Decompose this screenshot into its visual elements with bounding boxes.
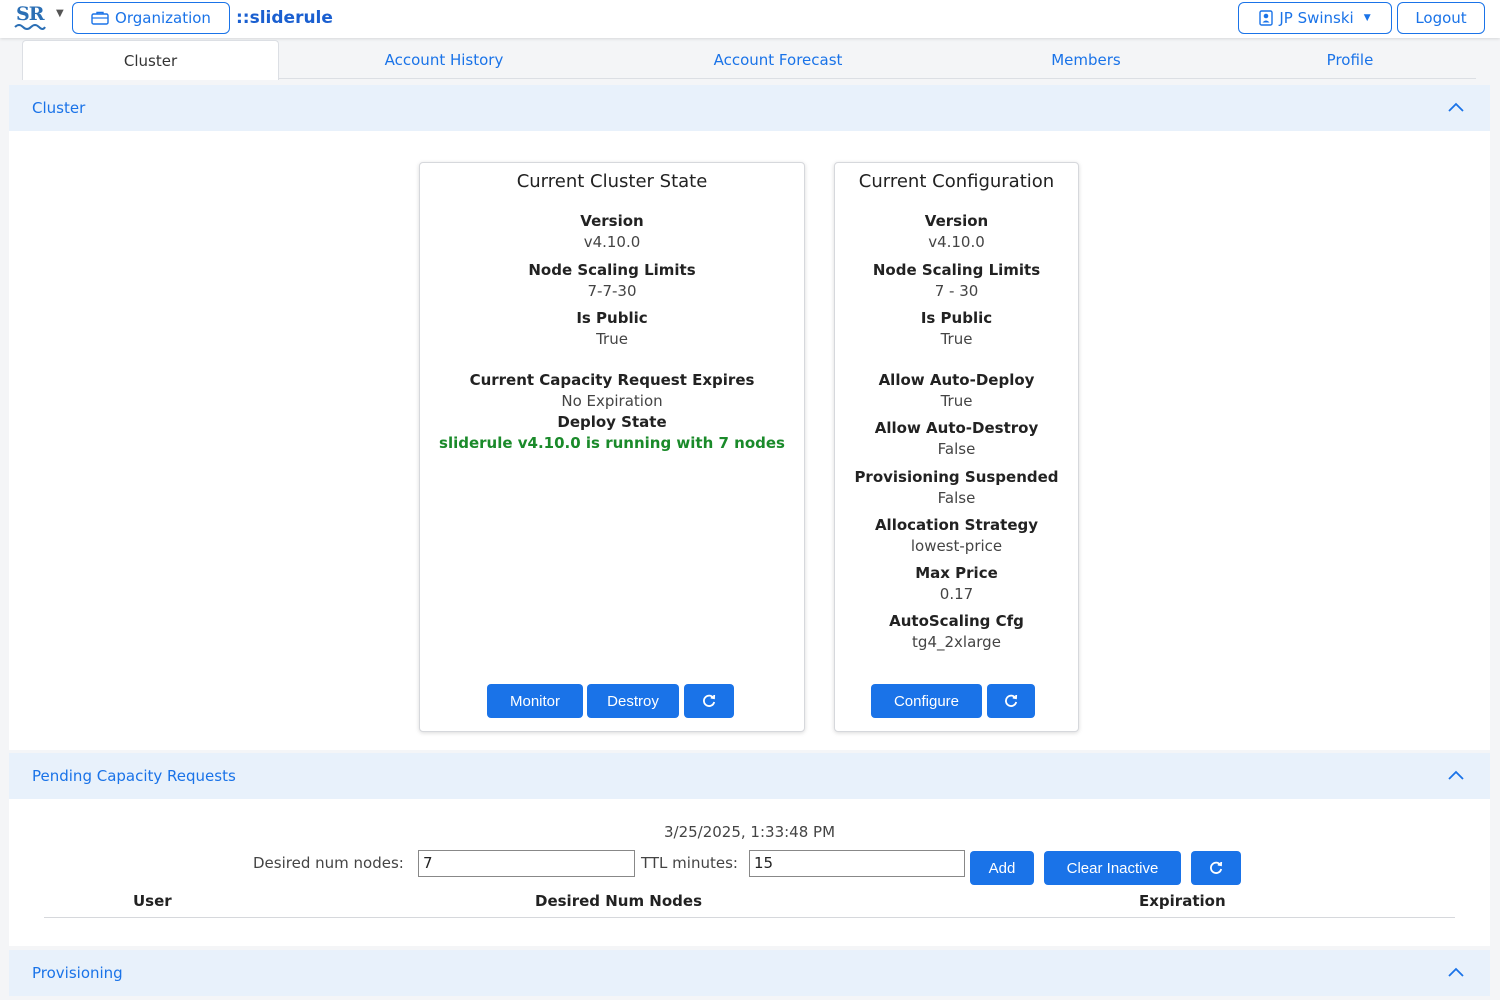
scaling-value: 7-7-30: [587, 282, 637, 300]
logout-button[interactable]: Logout: [1397, 2, 1485, 34]
add-request-button[interactable]: Add: [970, 851, 1034, 885]
desired-nodes-input[interactable]: 7: [418, 850, 635, 877]
briefcase-icon: [91, 11, 109, 25]
configure-button[interactable]: Configure: [871, 684, 982, 718]
pending-panel-header[interactable]: Pending Capacity Requests: [9, 753, 1490, 799]
column-header-expiration[interactable]: Expiration: [1139, 892, 1226, 910]
tab-account-history[interactable]: Account History: [322, 40, 566, 79]
expires-value: No Expiration: [561, 392, 663, 410]
refresh-icon: [703, 694, 716, 707]
version-label: Version: [580, 212, 644, 230]
organization-name: ::sliderule: [236, 8, 333, 28]
user-name: JP Swinski: [1279, 9, 1354, 27]
column-header-user[interactable]: User: [133, 892, 172, 910]
scaling-label: Node Scaling Limits: [528, 261, 696, 279]
public-value: True: [940, 330, 973, 348]
public-value: True: [596, 330, 628, 348]
cluster-panel-header[interactable]: Cluster: [9, 85, 1490, 131]
deploy-state-label: Deploy State: [557, 413, 667, 431]
cluster-state-card: Current Cluster State Version v4.10.0 No…: [419, 162, 805, 732]
max-price-label: Max Price: [915, 564, 998, 582]
organization-label: Organization: [115, 9, 211, 27]
chevron-up-icon[interactable]: [1446, 97, 1466, 117]
strategy-label: Allocation Strategy: [874, 516, 1039, 534]
scaling-value: 7 - 30: [934, 282, 979, 300]
clear-inactive-button[interactable]: Clear Inactive: [1044, 851, 1181, 885]
top-navbar: SR ▼ Organization ::sliderule JP Swinski…: [0, 0, 1500, 38]
auto-destroy-label: Allow Auto-Destroy: [874, 419, 1039, 437]
version-label: Version: [924, 212, 989, 230]
logout-label: Logout: [1415, 9, 1467, 27]
user-badge-icon: [1259, 10, 1274, 26]
auto-deploy-label: Allow Auto-Deploy: [878, 371, 1035, 389]
autoscaling-label: AutoScaling Cfg: [889, 612, 1024, 630]
scaling-label: Node Scaling Limits: [872, 261, 1041, 279]
refresh-state-button[interactable]: [684, 684, 734, 718]
provisioning-panel-title: Provisioning: [32, 964, 123, 982]
card-title: Current Configuration: [858, 171, 1055, 192]
provisioning-panel-header[interactable]: Provisioning: [9, 950, 1490, 996]
cluster-panel-title: Cluster: [32, 99, 86, 117]
main-tabs: Cluster Account History Account Forecast…: [22, 40, 1476, 80]
refresh-requests-button[interactable]: [1191, 851, 1241, 885]
configuration-card: Current Configuration Version v4.10.0 No…: [834, 162, 1079, 732]
user-menu-button[interactable]: JP Swinski ▼: [1238, 2, 1392, 34]
public-label: Is Public: [576, 309, 648, 327]
refresh-config-button[interactable]: [987, 684, 1035, 718]
pending-timestamp: 3/25/2025, 1:33:48 PM: [663, 823, 836, 841]
chevron-down-icon: ▼: [1363, 13, 1371, 23]
ttl-minutes-input[interactable]: 15: [749, 850, 965, 877]
table-divider: [44, 917, 1455, 918]
tab-members[interactable]: Members: [964, 40, 1208, 79]
monitor-button[interactable]: Monitor: [487, 684, 583, 718]
max-price-value: 0.17: [939, 585, 974, 603]
public-label: Is Public: [920, 309, 993, 327]
version-value: v4.10.0: [928, 233, 985, 251]
destroy-button[interactable]: Destroy: [587, 684, 679, 718]
pending-panel-title: Pending Capacity Requests: [32, 767, 236, 785]
version-value: v4.10.0: [583, 233, 641, 251]
desired-nodes-label: Desired num nodes:: [253, 854, 404, 872]
chevron-up-icon[interactable]: [1446, 962, 1466, 982]
deploy-state-value: sliderule v4.10.0 is running with 7 node…: [439, 434, 785, 452]
suspended-label: Provisioning Suspended: [854, 468, 1059, 486]
caret-down-icon[interactable]: ▼: [56, 8, 64, 19]
tab-cluster[interactable]: Cluster: [22, 40, 279, 80]
wave-icon: [14, 24, 46, 30]
card-title: Current Cluster State: [516, 171, 708, 192]
tab-account-forecast[interactable]: Account Forecast: [656, 40, 900, 79]
chevron-up-icon[interactable]: [1446, 765, 1466, 785]
organization-button[interactable]: Organization: [72, 2, 230, 34]
refresh-icon: [1210, 861, 1223, 874]
ttl-minutes-label: TTL minutes:: [641, 854, 738, 872]
refresh-icon: [1005, 694, 1018, 707]
autoscaling-value: tg4_2xlarge: [912, 633, 1001, 651]
cluster-panel-body: Current Cluster State Version v4.10.0 No…: [9, 131, 1490, 750]
auto-destroy-value: False: [937, 440, 976, 458]
expires-label: Current Capacity Request Expires: [469, 371, 755, 389]
strategy-value: lowest-price: [910, 537, 1003, 555]
sliderule-logo[interactable]: SR: [14, 3, 48, 31]
tab-profile[interactable]: Profile: [1228, 40, 1472, 79]
auto-deploy-value: True: [940, 392, 973, 410]
pending-panel-body: 3/25/2025, 1:33:48 PM Desired num nodes:…: [9, 799, 1490, 946]
column-header-desired-nodes[interactable]: Desired Num Nodes: [535, 892, 702, 910]
suspended-value: False: [937, 489, 976, 507]
